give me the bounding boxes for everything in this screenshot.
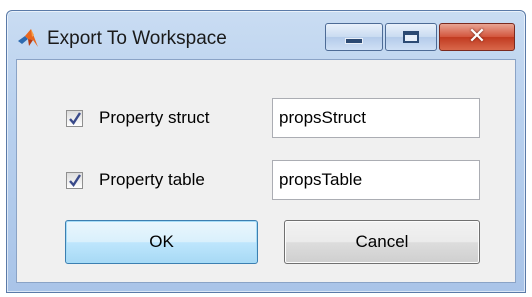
maximize-button[interactable] <box>385 23 437 51</box>
property-struct-checkbox[interactable] <box>66 110 83 127</box>
dialog-content: Property struct Property table OK Cancel <box>16 59 516 283</box>
maximize-icon <box>403 31 419 43</box>
cancel-button[interactable]: Cancel <box>284 220 480 264</box>
property-table-checkbox[interactable] <box>66 172 83 189</box>
property-struct-label[interactable]: Property struct <box>99 108 210 128</box>
close-icon: ✕ <box>467 24 487 49</box>
minimize-icon <box>345 38 363 44</box>
minimize-button[interactable] <box>325 23 383 51</box>
property-struct-name-input[interactable] <box>272 98 480 138</box>
title-bar[interactable]: Export To Workspace ✕ <box>7 11 525 59</box>
window-title: Export To Workspace <box>47 28 227 49</box>
property-struct-row: Property struct <box>17 98 515 138</box>
checkmark-icon <box>69 112 81 125</box>
checkmark-icon <box>69 174 81 187</box>
close-button[interactable]: ✕ <box>439 23 515 51</box>
matlab-logo-icon <box>17 27 39 49</box>
ok-button[interactable]: OK <box>65 220 258 264</box>
dialog-window: Export To Workspace ✕ Property struct pr… <box>6 10 526 293</box>
property-table-name-input[interactable] <box>272 160 480 200</box>
property-table-row: Property table <box>17 160 515 200</box>
property-table-label[interactable]: Property table <box>99 170 205 190</box>
